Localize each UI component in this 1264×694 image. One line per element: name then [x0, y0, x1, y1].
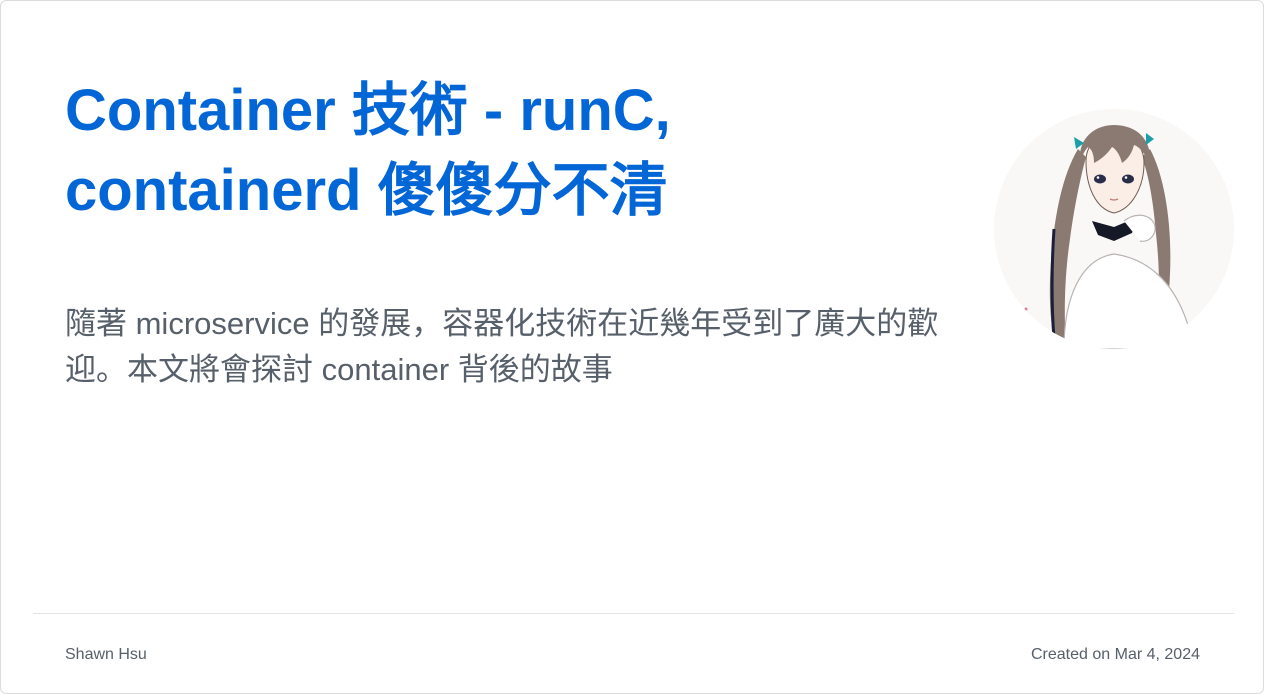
created-date: Created on Mar 4, 2024 — [1031, 646, 1200, 663]
anime-girl-avatar-icon — [994, 109, 1234, 349]
author-name: Shawn Hsu — [65, 646, 147, 663]
author-avatar — [994, 109, 1234, 349]
post-title[interactable]: Container 技術 - runC, containerd 傻傻分不清 — [65, 71, 975, 231]
post-description: 隨著 microservice 的發展，容器化技術在近幾年受到了廣大的歡迎。本文… — [65, 306, 939, 387]
post-card: Container 技術 - runC, containerd 傻傻分不清 隨著… — [0, 0, 1264, 694]
footer-divider — [33, 613, 1234, 614]
